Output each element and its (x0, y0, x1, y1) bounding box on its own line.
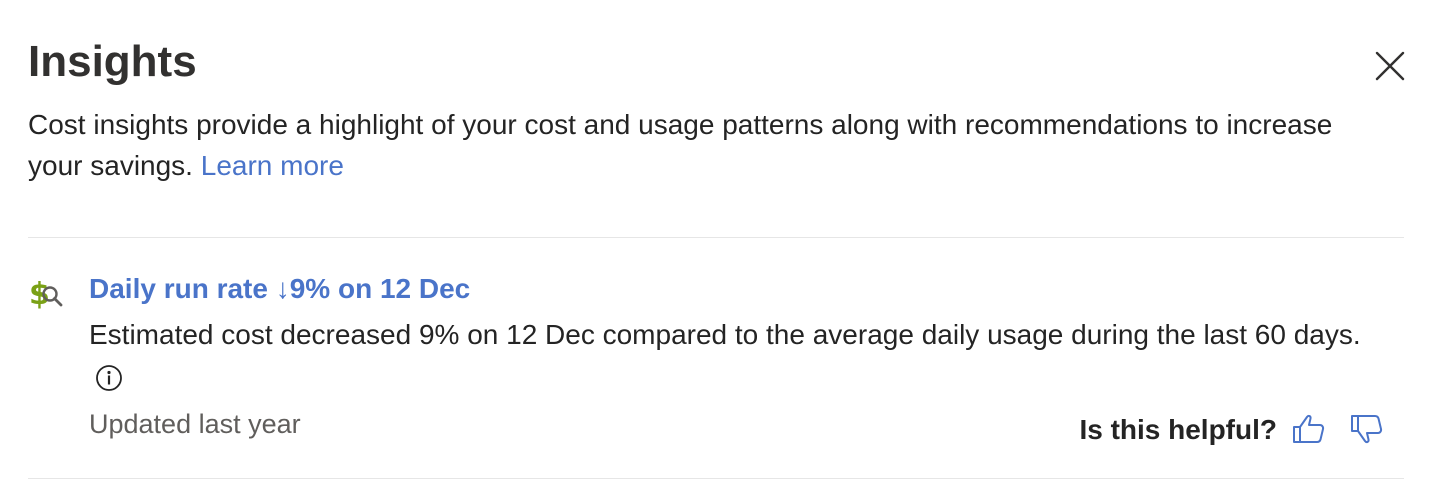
thumbs-up-button[interactable] (1287, 410, 1331, 450)
learn-more-link[interactable]: Learn more (201, 150, 344, 181)
updated-timestamp: Updated last year (89, 409, 301, 439)
panel-description: Cost insights provide a highlight of you… (28, 104, 1368, 186)
cost-search-icon: $ (28, 272, 68, 312)
insight-description: Estimated cost decreased 9% on 12 Dec co… (89, 312, 1379, 406)
thumbs-down-icon (1349, 413, 1385, 448)
thumbs-down-button[interactable] (1345, 410, 1389, 450)
info-icon[interactable] (95, 360, 123, 406)
close-icon (1374, 50, 1406, 85)
thumbs-up-icon (1291, 413, 1327, 448)
insight-body-text: Estimated cost decreased 9% on 12 Dec co… (89, 319, 1361, 350)
divider (28, 237, 1404, 238)
feedback-section: Is this helpful? (1079, 410, 1389, 450)
divider (28, 478, 1404, 479)
svg-text:$: $ (29, 277, 50, 312)
close-button[interactable] (1370, 47, 1410, 87)
insight-title-link[interactable]: Daily run rate ↓9% on 12 Dec (89, 270, 470, 308)
panel-title: Insights (28, 37, 197, 86)
feedback-label: Is this helpful? (1079, 414, 1277, 445)
insights-panel: Insights Cost insights provide a highlig… (0, 0, 1443, 480)
